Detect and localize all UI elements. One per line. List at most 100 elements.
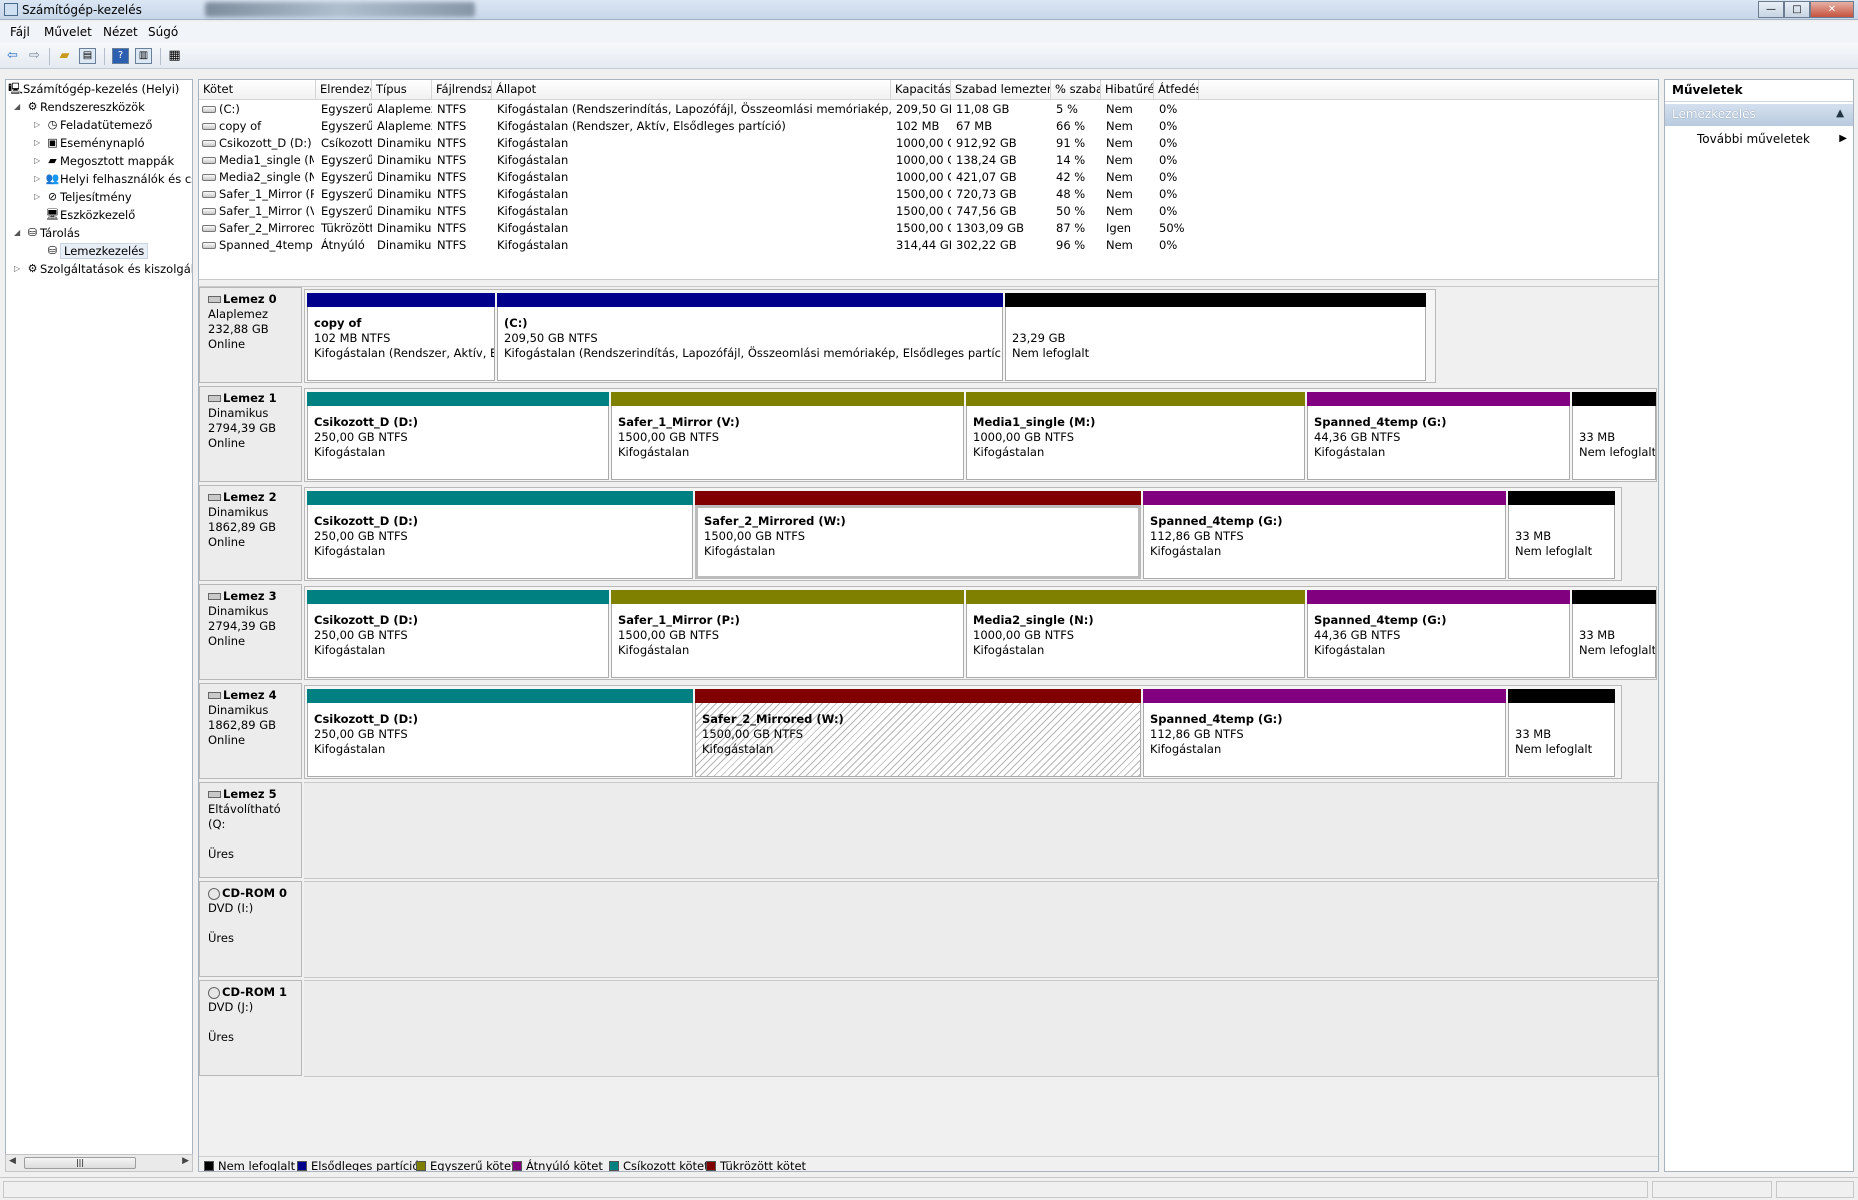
unallocated-block[interactable]: 33 MB Nem lefoglalt — [1508, 491, 1615, 579]
column-header[interactable]: Állapot — [492, 80, 891, 100]
partition-block[interactable]: Csikozott_D (D:) 250,00 GB NTFS Kifogástal… — [307, 392, 609, 480]
menu-help[interactable]: Súgó — [148, 25, 178, 39]
local-users-icon: 👥 — [45, 172, 60, 185]
tree-item-storage[interactable]: ◢ ⛁ Tárolás — [14, 224, 80, 242]
expand-twisty-icon[interactable]: ▷ — [34, 134, 45, 152]
volume-row[interactable]: Spanned_4temp (G:) Átnyúló Dinamikus NTFS Ki… — [199, 237, 1658, 254]
tree-item-event-viewer[interactable]: ▷ ▣ Eseménynapló — [34, 134, 145, 152]
volume-row[interactable]: Safer_1_Mirror (P:) Egyszerű Dinamikus NTFS… — [199, 186, 1658, 203]
partition-block[interactable]: Safer_2_Mirrored (W:) 1500,00 GB NTFS Kifo… — [695, 491, 1141, 579]
partition-block[interactable]: Media2_single (N:) 1000,00 GB NTFS Kifogás… — [966, 590, 1305, 678]
forward-arrow-icon[interactable]: ⇨ — [26, 48, 43, 64]
column-header[interactable]: % szabad — [1051, 80, 1101, 100]
menu-view[interactable]: Nézet — [103, 25, 138, 39]
partition-block[interactable]: Safer_2_Mirrored (W:) 1500,00 GB NTFS Kifo… — [695, 689, 1141, 777]
partition-block[interactable]: copy of 102 MB NTFS Kifogástalan (Rendszer… — [307, 293, 495, 381]
help-icon[interactable]: ? — [112, 48, 129, 64]
scroll-right-arrow-icon[interactable]: ▶ — [182, 1156, 189, 1166]
unallocated-block[interactable]: 33 MB Nem lefoglalt — [1508, 689, 1615, 777]
partition-block[interactable]: Spanned_4temp (G:) 112,86 GB NTFS Kifogást… — [1143, 491, 1506, 579]
scrollbar-thumb[interactable]: ||| — [24, 1157, 136, 1169]
tree-item-device-manager[interactable]: 🖥Eszközkezelő — [45, 206, 136, 224]
tree-item-task-scheduler[interactable]: ▷ ◷ Feladatütemező — [34, 116, 152, 134]
disk-label[interactable]: Lemez 4 Dinamikus 1862,89 GB Online — [199, 683, 302, 779]
disk-label[interactable]: Lemez 0 Alaplemez 232,88 GB Online — [199, 287, 302, 383]
volume-row[interactable]: Media1_single (M:) Egyszerű Dinamikus NTFS K… — [199, 152, 1658, 169]
disk-label[interactable]: CD-ROM 0 DVD (I:) Üres — [199, 881, 302, 977]
disk-label[interactable]: Lemez 1 Dinamikus 2794,39 GB Online — [199, 386, 302, 482]
partition-block[interactable]: (C:) 209,50 GB NTFS Kifogástalan (Rendszer… — [497, 293, 1003, 381]
disk-label[interactable]: Lemez 3 Dinamikus 2794,39 GB Online — [199, 584, 302, 680]
column-header[interactable]: Átfedés — [1154, 80, 1199, 100]
tree-item-local-users[interactable]: ▷ 👥Helyi felhasználók és cs — [34, 170, 192, 188]
volume-cell: 912,92 GB — [956, 136, 1017, 150]
menu-file[interactable]: Fájl — [10, 25, 30, 39]
partition-block[interactable]: Csikozott_D (D:) 250,00 GB NTFS Kifogástal… — [307, 689, 693, 777]
column-header[interactable]: Elrendezés — [316, 80, 372, 100]
partition-block[interactable]: Spanned_4temp (G:) 44,36 GB NTFS Kifogásta… — [1307, 392, 1570, 480]
minimize-button[interactable]: — — [1758, 1, 1784, 18]
actions-section-disk-management[interactable]: Lemezkezelés ▲ — [1665, 104, 1853, 126]
unallocated-block[interactable]: 33 MB Nem lefoglalt — [1572, 590, 1656, 678]
back-arrow-icon[interactable]: ⇦ — [4, 48, 21, 64]
volume-row[interactable]: copy of Egyszerű Alaplemez NTFS Kifogástalan… — [199, 118, 1658, 135]
properties-icon[interactable]: ▦ — [166, 48, 183, 64]
tree-item-system-tools[interactable]: ◢ ⚙ Rendszereszközök — [14, 98, 145, 116]
disk-label[interactable]: Lemez 5 Eltávolítható (Q: Üres — [199, 782, 302, 878]
disk-label[interactable]: Lemez 2 Dinamikus 1862,89 GB Online — [199, 485, 302, 581]
column-header[interactable]: Szabad lemezterület — [951, 80, 1051, 100]
close-button[interactable]: ✕ — [1810, 1, 1854, 18]
volume-row[interactable]: Csikozott_D (D:) Csíkozott Dinamikus NTFS Ki… — [199, 135, 1658, 152]
tree-item-services-applications[interactable]: ▷ ⚙ Szolgáltatások és kiszolgáló — [14, 260, 192, 278]
unallocated-block[interactable]: 33 MB Nem lefoglalt — [1572, 392, 1656, 480]
up-folder-icon[interactable]: ▰ — [56, 48, 73, 64]
volume-cell: Dinamikus — [377, 153, 432, 167]
menu-action[interactable]: Művelet — [44, 25, 92, 39]
tree-item-shared-folders[interactable]: ▷ ▰ Megosztott mappák — [34, 152, 174, 170]
unallocated-block[interactable]: 23,29 GB Nem lefoglalt — [1005, 293, 1426, 381]
pane-splitter[interactable] — [199, 279, 1658, 287]
partition-block[interactable]: Safer_1_Mirror (V:) 1500,00 GB NTFS Kifogá… — [611, 392, 964, 480]
tree-item-disk-management[interactable]: ⛁ Lemezkezelés — [45, 242, 149, 260]
partition-block[interactable]: Safer_1_Mirror (P:) 1500,00 GB NTFS Kifogá… — [611, 590, 964, 678]
show-hide-tree-icon[interactable]: ▤ — [79, 48, 96, 64]
column-header[interactable]: Fájlrendszer — [432, 80, 492, 100]
partition-block[interactable]: Csikozott_D (D:) 250,00 GB NTFS Kifogástal… — [307, 491, 693, 579]
computer-management-app-icon[interactable] — [4, 3, 18, 16]
partition-block[interactable]: Csikozott_D (D:) 250,00 GB NTFS Kifogástal… — [307, 590, 609, 678]
volume-row[interactable]: (C:) Egyszerű Alaplemez NTFS Kifogástalan (R… — [199, 101, 1658, 118]
collapse-twisty-icon[interactable]: ◢ — [14, 224, 25, 242]
collapse-twisty-icon[interactable]: ◢ — [14, 98, 25, 116]
show-hide-action-pane-icon[interactable]: ▥ — [135, 48, 152, 64]
tree-item-performance[interactable]: ▷ ⊘ Teljesítmény — [34, 188, 132, 206]
column-header[interactable]: Hibatűrés — [1101, 80, 1154, 100]
volume-row[interactable]: Media2_single (N:) Egyszerű Dinamikus NTFS K… — [199, 169, 1658, 186]
volume-drive-icon — [202, 208, 216, 215]
more-actions-label: További műveletek — [1697, 132, 1811, 146]
tree-item-computer-management[interactable]: 🖳Számítógép-kezelés (Helyi) — [8, 80, 179, 98]
disk-label[interactable]: CD-ROM 1 DVD (J:) Üres — [199, 980, 302, 1076]
column-header[interactable]: Kapacitás — [891, 80, 951, 100]
hard-disk-icon — [208, 494, 221, 501]
volume-row[interactable]: Safer_2_Mirrored (W:) Tükrözött Dinamikus N… — [199, 220, 1658, 237]
expand-twisty-icon[interactable]: ▷ — [34, 116, 45, 134]
volume-row[interactable]: Safer_1_Mirror (V:) Egyszerű Dinamikus NTFS… — [199, 203, 1658, 220]
column-header[interactable]: Típus — [372, 80, 432, 100]
maximize-button[interactable]: □ — [1784, 1, 1810, 18]
expand-twisty-icon[interactable]: ▷ — [14, 260, 25, 278]
volume-cell: NTFS — [437, 170, 467, 184]
expand-twisty-icon[interactable]: ▷ — [34, 188, 45, 206]
partition-status: Kifogástalan — [314, 742, 386, 756]
partition-block[interactable]: Spanned_4temp (G:) 44,36 GB NTFS Kifogásta… — [1307, 590, 1570, 678]
expand-twisty-icon[interactable]: ▷ — [34, 152, 45, 170]
expand-twisty-icon[interactable]: ▷ — [34, 170, 45, 188]
partition-block[interactable]: Spanned_4temp (G:) 112,86 GB NTFS Kifogást… — [1143, 689, 1506, 777]
partition-block[interactable]: Media1_single (M:) 1000,00 GB NTFS Kifogás… — [966, 392, 1305, 480]
scroll-left-arrow-icon[interactable]: ◀ — [9, 1156, 16, 1166]
disk-size: 2794,39 GB — [208, 421, 277, 435]
collapse-up-icon[interactable]: ▲ — [1836, 108, 1844, 119]
tree-horizontal-scrollbar[interactable]: ◀ ||| ▶ — [5, 1154, 193, 1172]
partition-color-bar — [695, 689, 1141, 703]
more-actions-item[interactable]: További műveletek ▶ — [1665, 130, 1853, 150]
column-header[interactable]: Kötet — [199, 80, 316, 100]
